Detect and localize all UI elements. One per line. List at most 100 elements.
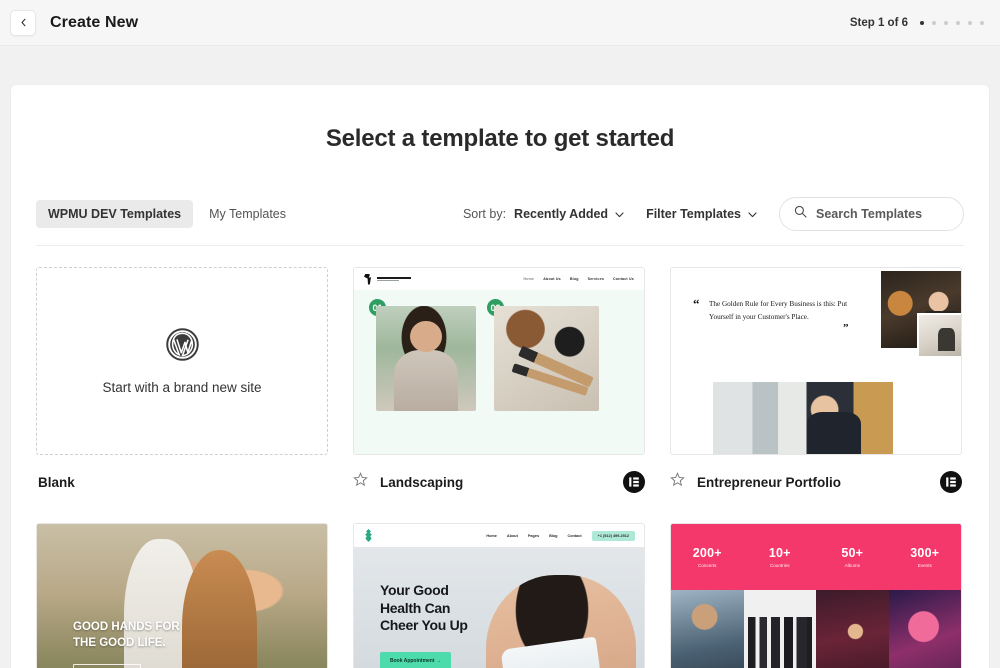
template-title: Landscaping [380, 474, 464, 490]
step-dot-2 [932, 20, 936, 25]
template-card-landscaping[interactable]: Home About Us Blog Services Contact Us 0… [353, 267, 645, 501]
stat-item: 50+ Albums [816, 546, 889, 568]
preview-heading-line-1: Your Good [380, 582, 449, 598]
preview-heading-line-1: GOOD HANDS FOR [73, 621, 180, 633]
step-dot-1 [920, 20, 924, 25]
create-new-screen: Create New Step 1 of 6 Select a template… [0, 0, 1000, 668]
preview-heading-line-2: Health Can [380, 599, 451, 616]
preview-photo-woman [376, 306, 476, 411]
template-thumbnail-music[interactable]: 200+ Concerts 10+ Countries 50+ Albums 3… [670, 523, 962, 668]
preview-photo-band [743, 590, 816, 668]
preview-logo [364, 273, 411, 285]
template-card-music[interactable]: 200+ Concerts 10+ Countries 50+ Albums 3… [670, 523, 962, 668]
preview-nav-item: Contact Us [613, 277, 634, 281]
sort-by-value: Recently Added [514, 206, 609, 221]
back-button[interactable] [10, 9, 36, 36]
search-input[interactable]: Search Templates [779, 196, 964, 231]
preview-nav-item: Contact [567, 533, 582, 538]
preview-nav-items: Home About Us Blog Services Contact Us [523, 277, 634, 281]
template-source-tabs: WPMU DEV Templates My Templates [36, 199, 298, 228]
template-thumbnail-entrepreneur-portfolio[interactable]: “ The Golden Rule for Every Business is … [670, 267, 962, 455]
stat-item: 200+ Concerts [671, 546, 744, 568]
preview-photo-singer [888, 590, 961, 668]
template-card-entrepreneur-portfolio[interactable]: “ The Golden Rule for Every Business is … [670, 267, 962, 501]
stat-label: Albums [844, 563, 860, 568]
template-card-good-hands[interactable]: GOOD HANDS FOR THE GOOD LIFE. Learn More [36, 523, 328, 668]
step-dot-5 [968, 20, 972, 25]
tab-my-templates[interactable]: My Templates [197, 200, 298, 228]
filter-templates-dropdown[interactable]: Filter Templates [646, 207, 757, 221]
sort-by-label: Sort by: [462, 206, 507, 221]
section-heading: Select a template to get started [325, 125, 675, 152]
step-dot-3 [944, 20, 948, 25]
preview-nav-item: Blog [549, 533, 558, 538]
stat-value: 10+ [768, 546, 791, 560]
preview-heading-line-3: Cheer You Up [380, 617, 468, 633]
template-thumbnail-blank[interactable]: Start with a brand new site [36, 267, 328, 455]
template-thumbnail-good-hands[interactable]: GOOD HANDS FOR THE GOOD LIFE. Learn More [36, 523, 328, 668]
template-card-health[interactable]: Home About Pages Blog Contact +1 (512) 4… [353, 523, 645, 668]
preview-heading-line-2: THE GOOD LIFE. [73, 636, 166, 649]
favorite-star-icon[interactable] [353, 472, 368, 492]
step-dot-4 [956, 20, 960, 25]
chevron-left-icon [19, 18, 28, 27]
stat-label: Concerts [698, 563, 717, 568]
preview-nav-items: Home About Pages Blog Contact +1 (512) 4… [486, 530, 635, 541]
preview-photo-stage [816, 590, 889, 668]
template-card-footer: Entrepreneur Portfolio [670, 463, 962, 501]
preview-heading: Your Good Health Can Cheer You Up [380, 582, 468, 635]
preview-nav-item: About Us [543, 277, 561, 281]
preview-nav-item: Home [486, 533, 497, 538]
chevron-down-icon [615, 207, 624, 221]
preview-stats-band: 200+ Concerts 10+ Countries 50+ Albums 3… [671, 524, 961, 590]
chevron-down-icon [748, 207, 757, 221]
top-bar: Create New Step 1 of 6 [0, 0, 1000, 46]
template-title: Blank [38, 474, 75, 490]
toolbar-controls: Sort by: Recently Added Filter Templates [463, 196, 964, 231]
preview-cta-button: Book Appointment → [380, 652, 451, 668]
step-dots [920, 20, 984, 25]
preview-music: 200+ Concerts 10+ Countries 50+ Albums 3… [671, 524, 961, 668]
preview-nav-item: About [506, 533, 518, 538]
stat-value: 50+ [841, 546, 864, 560]
template-card-footer: Blank [36, 463, 328, 501]
preview-nav: Home About Us Blog Services Contact Us [354, 268, 644, 290]
favorite-star-icon[interactable] [670, 472, 685, 492]
stat-item: 300+ Events [889, 546, 962, 568]
wordpress-icon [165, 327, 199, 366]
tab-wpmu-dev-templates[interactable]: WPMU DEV Templates [36, 199, 194, 228]
preview-good-hands: GOOD HANDS FOR THE GOOD LIFE. Learn More [37, 524, 327, 668]
templates-grid: Start with a brand new site Blank Home A… [36, 267, 964, 668]
preview-heading: GOOD HANDS FOR THE GOOD LIFE. [73, 620, 180, 651]
stat-item: 10+ Countries [744, 546, 817, 568]
elementor-icon[interactable] [940, 471, 962, 493]
stat-label: Events [917, 563, 932, 568]
step-indicator: Step 1 of 6 [850, 17, 984, 29]
preview-cta-button: Learn More [73, 664, 141, 668]
stat-value: 300+ [910, 546, 940, 560]
page-title: Create New [50, 13, 139, 31]
template-card-blank[interactable]: Start with a brand new site Blank [36, 267, 328, 501]
preview-landscaping: Home About Us Blog Services Contact Us 0… [354, 268, 644, 454]
sort-by-dropdown[interactable]: Recently Added [514, 207, 624, 221]
preview-nav-item: Blog [569, 277, 579, 281]
preview-health: Home About Pages Blog Contact +1 (512) 4… [354, 524, 644, 668]
template-title: Entrepreneur Portfolio [697, 474, 842, 490]
preview-nav-item: Services [587, 277, 605, 281]
preview-photo-guitarist [671, 590, 744, 668]
step-label: Step 1 of 6 [849, 16, 908, 29]
open-quote-icon: “ [693, 296, 700, 311]
template-thumbnail-landscaping[interactable]: Home About Us Blog Services Contact Us 0… [353, 267, 645, 455]
elementor-icon[interactable] [623, 471, 645, 493]
search-placeholder: Search Templates [816, 206, 923, 221]
template-card-footer: Landscaping [353, 463, 645, 501]
template-thumbnail-health[interactable]: Home About Pages Blog Contact +1 (512) 4… [353, 523, 645, 668]
preview-photo-coffee [713, 382, 893, 454]
preview-nav-item: Home [523, 277, 535, 281]
filter-templates-label: Filter Templates [646, 206, 741, 221]
content-panel: Select a template to get started WPMU DE… [10, 84, 990, 668]
preview-photo-tools [494, 306, 599, 411]
step-dot-6 [980, 20, 984, 25]
sort-by-group: Sort by: Recently Added [463, 207, 624, 221]
close-quote-icon: ” [843, 322, 849, 334]
